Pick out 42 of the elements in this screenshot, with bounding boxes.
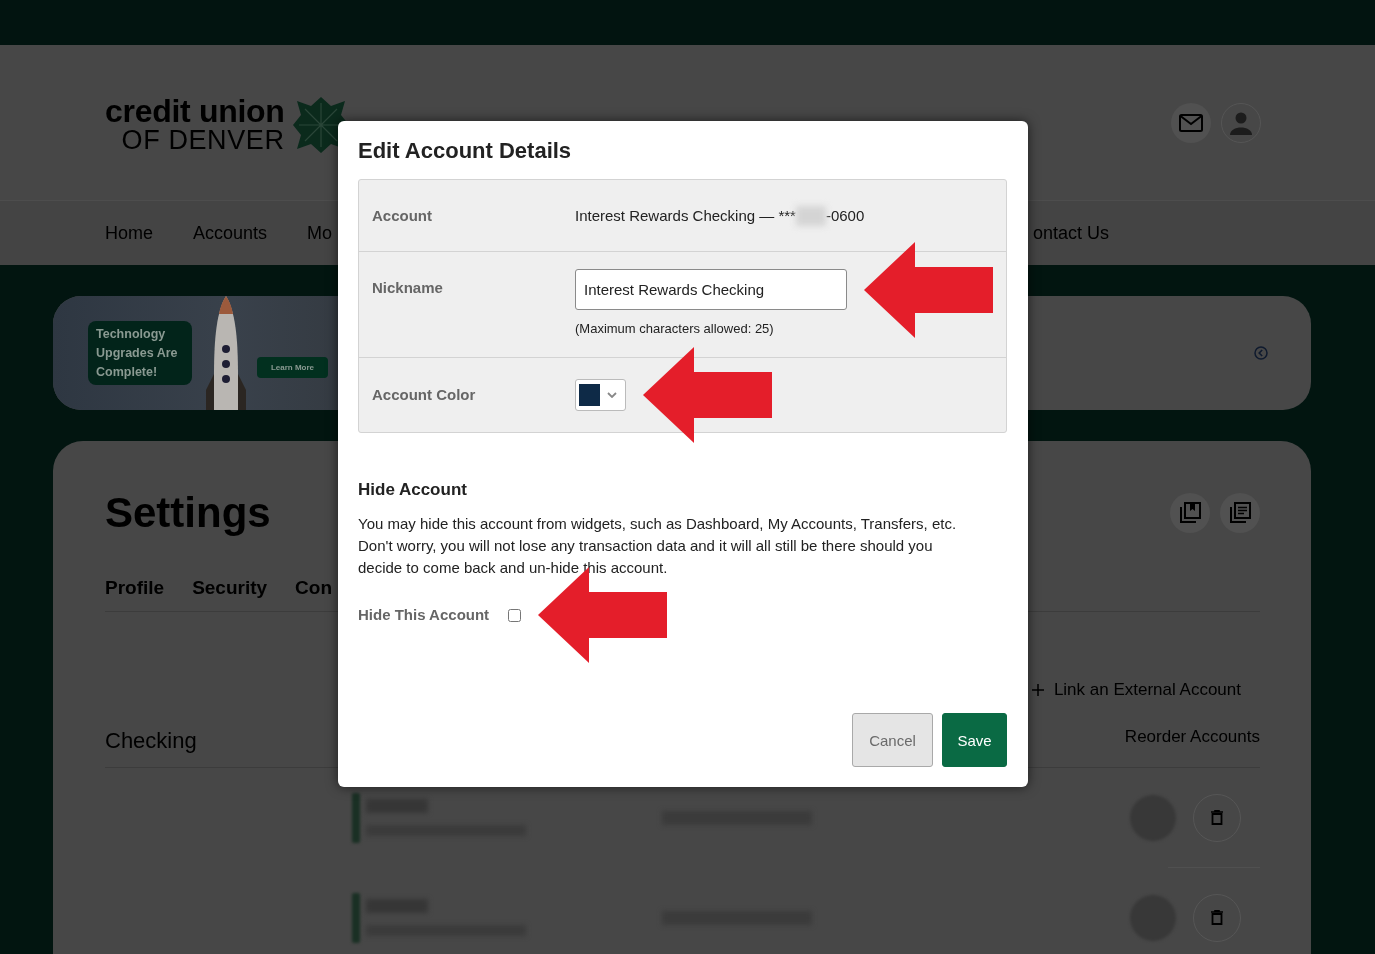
settings-tab[interactable]: Profile (105, 573, 165, 606)
field-label: Account Color (372, 385, 477, 405)
cancel-button[interactable]: Cancel (852, 713, 933, 767)
reorder-button[interactable]: Reorder Accounts (1124, 725, 1260, 749)
chevron-down-icon (607, 392, 617, 398)
document-stack-icon (1229, 502, 1251, 524)
mail-icon (1179, 113, 1203, 132)
logo-text: OF DENVER (121, 125, 285, 154)
nav-link[interactable]: ontact Us (1032, 222, 1109, 244)
field-hint: (Maximum characters allowed: 25) (575, 320, 774, 338)
color-select[interactable] (575, 379, 626, 411)
learn-more-button[interactable]: Learn More (257, 357, 328, 378)
nickname-field[interactable]: Interest Rewards Checking (575, 269, 847, 310)
field-label: Nickname (372, 278, 444, 298)
nav-link[interactable]: Accounts (193, 222, 268, 244)
section-heading: Hide Account (358, 479, 468, 501)
banner-headline: Technology Upgrades Are Complete! (88, 321, 192, 385)
section-title: Checking (105, 727, 197, 755)
nav-link[interactable]: Mo (307, 222, 333, 244)
trash-icon (1211, 810, 1223, 825)
account-name: Interest Rewards Checking — *** (575, 205, 796, 226)
bookmarks-button[interactable] (1170, 493, 1210, 533)
link-account-button[interactable]: Link an External Account (1031, 678, 1241, 702)
logo-text: credit union (105, 96, 285, 126)
mail-button[interactable] (1171, 102, 1211, 143)
account-number: -0600 (825, 205, 865, 226)
field-label: Account (372, 205, 433, 226)
trash-icon (1211, 910, 1223, 925)
nav-link[interactable]: Home (105, 222, 153, 244)
blurred-color-bar (352, 892, 360, 943)
plus-icon (1031, 684, 1044, 696)
save-button[interactable]: Save (942, 713, 1007, 767)
statements-button[interactable] (1220, 493, 1260, 533)
bookmark-stack-icon (1179, 502, 1201, 524)
settings-tab[interactable]: Security (192, 573, 268, 606)
hide-checkbox[interactable] (508, 608, 522, 622)
dialog-title: Edit Account Details (358, 137, 573, 165)
redaction-blur (795, 205, 826, 226)
settings-tab[interactable]: Con (295, 573, 333, 606)
checkbox-label: Hide This Account (358, 605, 490, 625)
blurred-color-bar (352, 792, 360, 843)
person-icon (1229, 110, 1253, 135)
